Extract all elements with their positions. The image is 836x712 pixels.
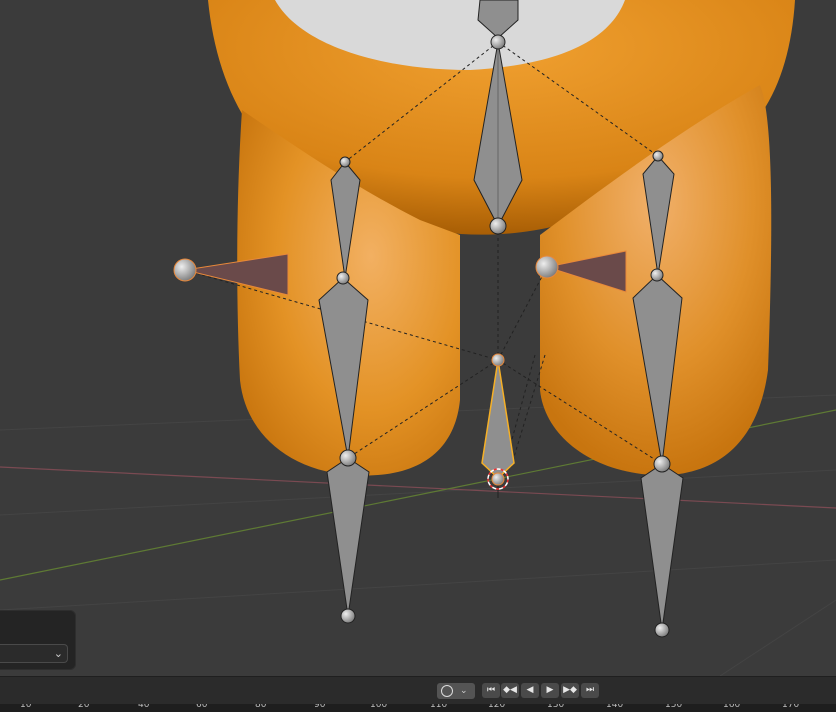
selected-foot-bone[interactable] — [481, 359, 515, 480]
left-shin-bone — [326, 457, 370, 617]
auto-keying-button[interactable]: ⌄ — [437, 683, 475, 699]
operator-dropdown[interactable]: ⌄ — [0, 644, 68, 663]
last-operator-panel[interactable]: ⌄ — [0, 610, 76, 670]
viewport-scene — [0, 0, 836, 676]
play-icon[interactable]: ▶ — [541, 683, 559, 698]
jump-to-start-icon[interactable]: ⏮ — [482, 683, 500, 698]
timeline-header — [0, 676, 836, 704]
jump-to-next-keyframe-icon[interactable]: ▶◆ — [561, 683, 579, 698]
ruler-number: 150 — [665, 704, 683, 710]
play-reverse-icon[interactable]: ◀ — [521, 683, 539, 698]
ruler-number: 40 — [138, 704, 150, 710]
ruler-number: 110 — [430, 704, 448, 710]
x-axis-line — [0, 466, 836, 509]
ruler-number: 90 — [314, 704, 326, 710]
jump-to-prev-keyframe-icon[interactable]: ◆◀ — [501, 683, 519, 698]
left-knee-pole-shape — [184, 253, 289, 296]
jump-to-end-icon[interactable]: ⏭ — [581, 683, 599, 698]
ruler-number: 10 — [20, 704, 32, 710]
ruler-number: 80 — [255, 704, 267, 710]
chevron-down-icon: ⌄ — [53, 647, 63, 660]
ruler-number: 120 — [488, 704, 506, 710]
keyframe-circle-icon — [441, 685, 453, 697]
ruler-number: 160 — [723, 704, 741, 710]
ruler-number: 170 — [782, 704, 800, 710]
ruler-number: 100 — [370, 704, 388, 710]
right-shin-bone — [640, 463, 684, 631]
ruler-number: 130 — [547, 704, 565, 710]
chevron-down-icon[interactable]: ⌄ — [460, 683, 468, 699]
3d-viewport[interactable] — [0, 0, 836, 676]
timeline-ruler[interactable]: 10 20 40 60 80 90 100 110 120 130 140 15… — [0, 704, 836, 712]
ruler-number: 140 — [606, 704, 624, 710]
ruler-number: 60 — [196, 704, 208, 710]
ruler-number: 20 — [78, 704, 90, 710]
